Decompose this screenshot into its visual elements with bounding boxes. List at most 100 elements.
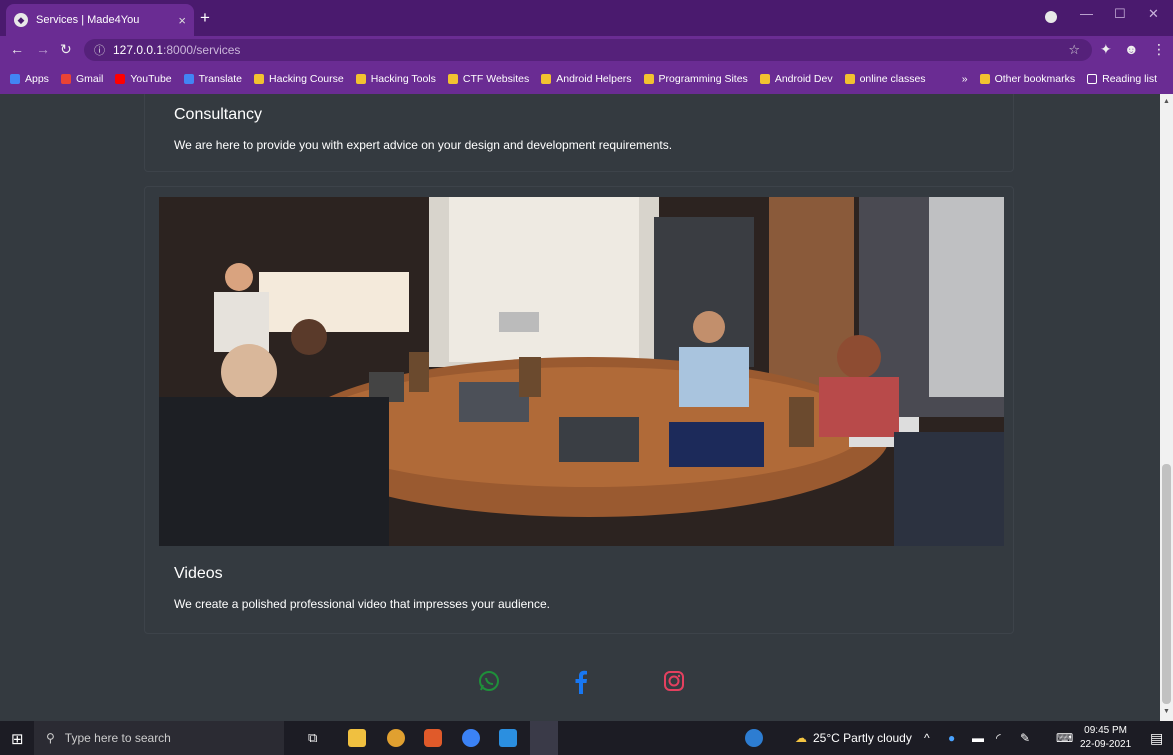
bookmark-label: YouTube [130,73,172,85]
card-text: We are here to provide you with expert a… [174,138,673,152]
bookmark-label: Apps [25,73,49,85]
notification-icon[interactable]: ▤ [1150,721,1163,755]
folder-icon [447,74,458,84]
folder-icon [254,74,265,84]
apps-grid-icon [10,74,20,84]
browser-tab[interactable]: ◆ Services | Made4You × [6,4,194,36]
vscode-icon[interactable] [499,729,517,747]
taskbar-search-box[interactable]: ⚲ Type here to search [34,721,284,755]
bookmark-item[interactable]: Android Dev [759,73,833,85]
bookmark-item[interactable]: CTF Websites [447,73,530,85]
system-clock[interactable]: 09:45 PM 22-09-2021 [1080,724,1131,752]
gmail-icon [60,74,71,84]
bookmark-item[interactable]: Programming Sites [643,73,748,85]
site-info-icon[interactable]: ⓘ [94,42,105,58]
file-explorer-icon[interactable] [348,729,366,747]
bookmarks-overflow-icon[interactable]: » [962,73,968,85]
close-window-icon[interactable]: ✕ [1148,6,1159,22]
other-bookmarks[interactable]: Other bookmarks [979,73,1076,85]
card-title: Videos [174,565,223,582]
new-tab-button[interactable]: + [200,8,210,28]
back-icon[interactable]: ← [10,41,24,57]
bookmark-label: Hacking Course [269,73,344,85]
weather-cloud-icon: ☁ [795,731,807,745]
facebook-icon[interactable] [574,670,588,701]
bookmark-label: Android Dev [774,73,833,85]
tab-title: Services | Made4You [36,14,140,26]
scroll-down-icon[interactable]: ▼ [1163,708,1170,715]
windows-start-icon[interactable]: ⊞ [11,730,24,748]
reload-icon[interactable]: ↻ [60,41,72,58]
bookmark-item[interactable]: YouTube [115,73,172,85]
bookmark-item[interactable]: Hacking Tools [355,73,436,85]
bookmark-label: Android Helpers [556,73,632,85]
folder-icon [541,74,552,84]
weather-text: 25°C Partly cloudy [813,731,912,745]
tray-chevron-icon[interactable]: ^ [924,721,930,755]
address-bar[interactable]: ⓘ 127.0.0.1:8000/services ☆ [84,39,1092,61]
scroll-up-icon[interactable]: ▲ [1163,98,1170,105]
folder-icon [643,74,654,84]
tray-app-icon[interactable]: ● [948,721,955,755]
bookmark-item[interactable]: Gmail [60,73,104,85]
task-view-icon[interactable]: ⧉ [308,730,317,746]
extensions-puzzle-icon[interactable]: ✦ [1100,41,1112,58]
weather-widget[interactable]: ☁ 25°C Partly cloudy [795,721,912,755]
service-card-videos: Videos We create a polished professional… [144,186,1014,634]
folder-icon [844,74,855,84]
translate-icon [183,74,194,84]
forward-icon[interactable]: → [36,41,50,57]
meeting-photo [159,197,1004,546]
minimize-icon[interactable]: — [1080,6,1093,21]
bookmark-item[interactable]: Android Helpers [541,73,632,85]
pen-icon[interactable]: ✎ [1020,721,1030,755]
bookmark-item[interactable]: Translate [183,73,243,85]
instagram-icon[interactable] [663,670,685,699]
url-host: 127.0.0.1 [113,43,164,57]
other-bookmarks-label: Other bookmarks [994,73,1076,85]
bookmark-label: Hacking Tools [370,73,436,85]
menu-kebab-icon[interactable]: ⋮ [1152,41,1166,58]
browser-toolbar: ← → ↻ ⓘ 127.0.0.1:8000/services ☆ ✦ ☻ ⋮ [0,36,1173,64]
page-content: Consultancy We are here to provide you w… [0,94,1160,721]
folder-icon [355,74,366,84]
clock-time: 09:45 PM [1084,725,1127,736]
brave-icon[interactable] [424,729,442,747]
bookmark-star-icon[interactable]: ☆ [1068,42,1080,58]
keyboard-icon[interactable]: ⌨ [1056,721,1073,755]
clock-date: 22-09-2021 [1080,739,1132,750]
tab-close-icon[interactable]: × [178,13,186,28]
card-title: Consultancy [174,106,263,123]
reading-list[interactable]: Reading list [1087,73,1157,85]
youtube-icon [115,74,126,84]
folder-icon [759,74,770,84]
folder-icon [979,74,990,84]
reading-list-label: Reading list [1102,73,1157,85]
extension-avatar-icon[interactable]: ☻ [1124,41,1139,57]
search-placeholder: Type here to search [64,731,171,745]
windows-taskbar: ⊞ ⚲ Type here to search ⧉ ☁ 25°C Partly … [0,721,1173,755]
maximize-icon[interactable]: ☐ [1114,6,1126,22]
page-scrollbar[interactable]: ▲ ▼ [1160,94,1173,721]
browser-app-icon[interactable] [462,729,480,747]
bookmark-label: Translate [198,73,243,85]
whatsapp-icon[interactable] [478,670,500,699]
help-icon[interactable] [745,729,763,747]
chrome-icon[interactable] [387,729,405,747]
site-favicon-icon: ◆ [14,13,28,27]
battery-icon[interactable]: ▬ [972,721,984,755]
bookmark-label: CTF Websites [462,73,530,85]
search-icon: ⚲ [46,731,55,745]
bookmark-item[interactable]: Apps [10,73,49,85]
profile-icon[interactable] [1045,11,1057,23]
bookmarks-right: » Other bookmarks Reading list [962,64,1169,94]
bookmark-item[interactable]: Hacking Course [254,73,344,85]
browser-titlebar: ◆ Services | Made4You × + — ☐ ✕ [0,0,1173,36]
bookmark-label: online classes [859,73,926,85]
active-app-icon[interactable] [530,721,558,755]
bookmark-label: Gmail [75,73,104,85]
scroll-thumb[interactable] [1162,464,1171,704]
wifi-icon[interactable]: ◜ [996,721,1001,755]
url-path: :8000/services [163,43,241,57]
bookmark-item[interactable]: online classes [844,73,926,85]
